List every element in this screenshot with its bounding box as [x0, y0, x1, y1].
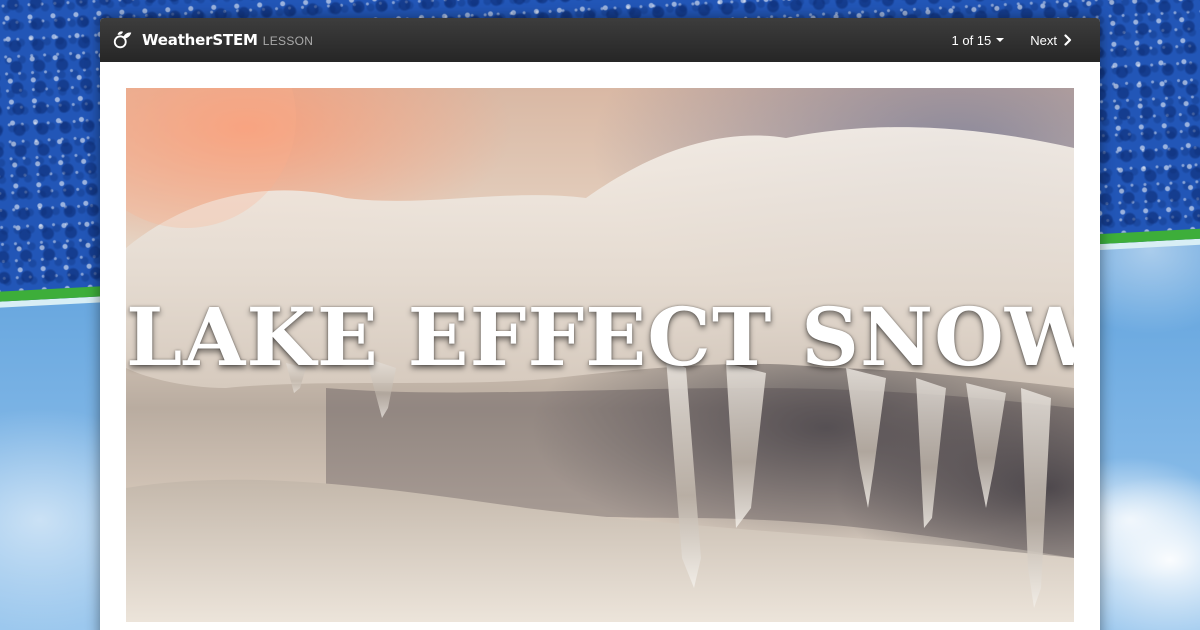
brand-suffix: LESSON — [262, 34, 314, 48]
brand[interactable]: WeatherSTEM LESSON — [112, 18, 313, 62]
chevron-right-icon — [1064, 34, 1072, 46]
lesson-navigation: 1 of 15 Next — [952, 18, 1075, 62]
slide-hero-image: LAKE EFFECT SNOW — [126, 88, 1074, 622]
page-selector-dropdown[interactable]: 1 of 15 — [952, 33, 1005, 48]
slide-title: LAKE EFFECT SNOW — [126, 290, 1074, 384]
next-label: Next — [1030, 32, 1057, 48]
page-indicator: 1 of 15 — [951, 32, 992, 48]
caret-down-icon — [996, 38, 1005, 42]
next-button[interactable]: Next — [1030, 33, 1074, 48]
brand-name: WeatherSTEM — [142, 31, 258, 49]
weatherstem-logo-icon — [113, 31, 132, 49]
lesson-header-bar: WeatherSTEM LESSON 1 of 15 Next — [100, 18, 1100, 62]
lesson-card: WeatherSTEM LESSON 1 of 15 Next LAKE EFF… — [100, 18, 1100, 630]
